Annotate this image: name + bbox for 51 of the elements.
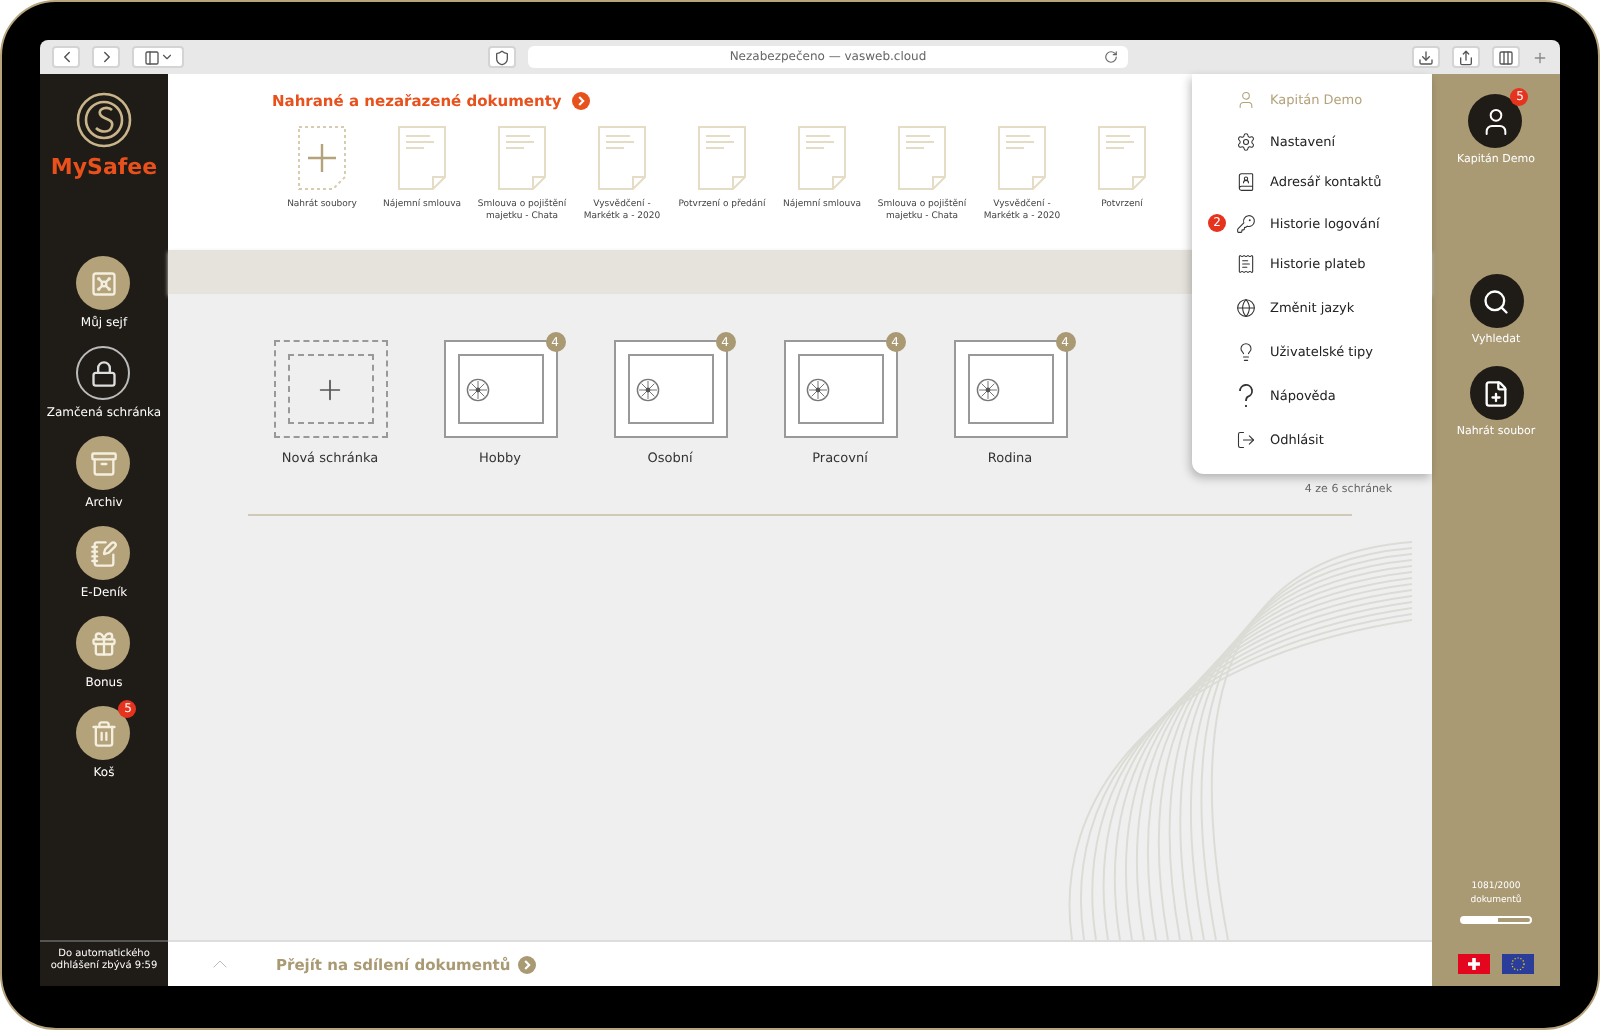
dial-icon bbox=[635, 377, 659, 401]
eu-flag-icon[interactable] bbox=[1502, 953, 1534, 973]
arrow-icon bbox=[518, 955, 537, 973]
gift-icon bbox=[89, 629, 118, 657]
document-icon bbox=[398, 126, 446, 190]
add-file-icon bbox=[298, 126, 346, 190]
dial-icon bbox=[465, 377, 489, 401]
contact-book-icon bbox=[1236, 172, 1256, 193]
key-icon bbox=[1236, 213, 1256, 234]
lightbulb-icon bbox=[1236, 341, 1256, 361]
globe-icon bbox=[1236, 297, 1256, 317]
download-icon bbox=[1418, 49, 1434, 65]
dial-icon bbox=[975, 377, 999, 401]
new-tab-icon[interactable] bbox=[1532, 49, 1548, 65]
document-icon bbox=[698, 126, 746, 190]
lock-icon bbox=[89, 359, 118, 387]
add-file-icon bbox=[1482, 379, 1510, 407]
dial-icon bbox=[805, 377, 829, 401]
archive-icon bbox=[89, 449, 118, 477]
caret-icon bbox=[159, 50, 173, 64]
sidebar-icon bbox=[143, 49, 159, 65]
brand-name: MySafee bbox=[50, 154, 158, 180]
document-icon bbox=[998, 126, 1046, 190]
privacy-button[interactable] bbox=[488, 46, 516, 68]
swiss-flag-icon[interactable] bbox=[1458, 953, 1490, 973]
logout-icon bbox=[1236, 429, 1256, 449]
trash-icon bbox=[89, 719, 118, 747]
document-icon bbox=[598, 126, 646, 190]
tabs-button[interactable] bbox=[1492, 46, 1520, 68]
reload-icon[interactable] bbox=[1104, 50, 1118, 64]
download-button[interactable] bbox=[1412, 46, 1440, 68]
help-icon bbox=[1236, 383, 1256, 407]
logo-icon bbox=[73, 90, 134, 150]
sidebar-button[interactable] bbox=[132, 46, 184, 68]
document-icon bbox=[798, 126, 846, 190]
vault-icon bbox=[89, 269, 118, 297]
share-button[interactable] bbox=[1452, 46, 1480, 68]
user-icon bbox=[1236, 90, 1256, 111]
document-icon bbox=[498, 126, 546, 190]
settings-icon bbox=[1236, 131, 1256, 152]
diary-icon bbox=[89, 539, 118, 567]
back-button[interactable] bbox=[52, 46, 80, 68]
tabs-icon bbox=[1498, 49, 1514, 65]
share-icon bbox=[1458, 49, 1474, 65]
search-icon bbox=[1482, 287, 1510, 315]
document-icon bbox=[898, 126, 946, 190]
receipt-icon bbox=[1236, 254, 1256, 275]
storage-bar bbox=[1460, 916, 1532, 924]
forward-button[interactable] bbox=[92, 46, 120, 68]
document-icon bbox=[1098, 126, 1146, 190]
shield-icon bbox=[494, 49, 510, 65]
